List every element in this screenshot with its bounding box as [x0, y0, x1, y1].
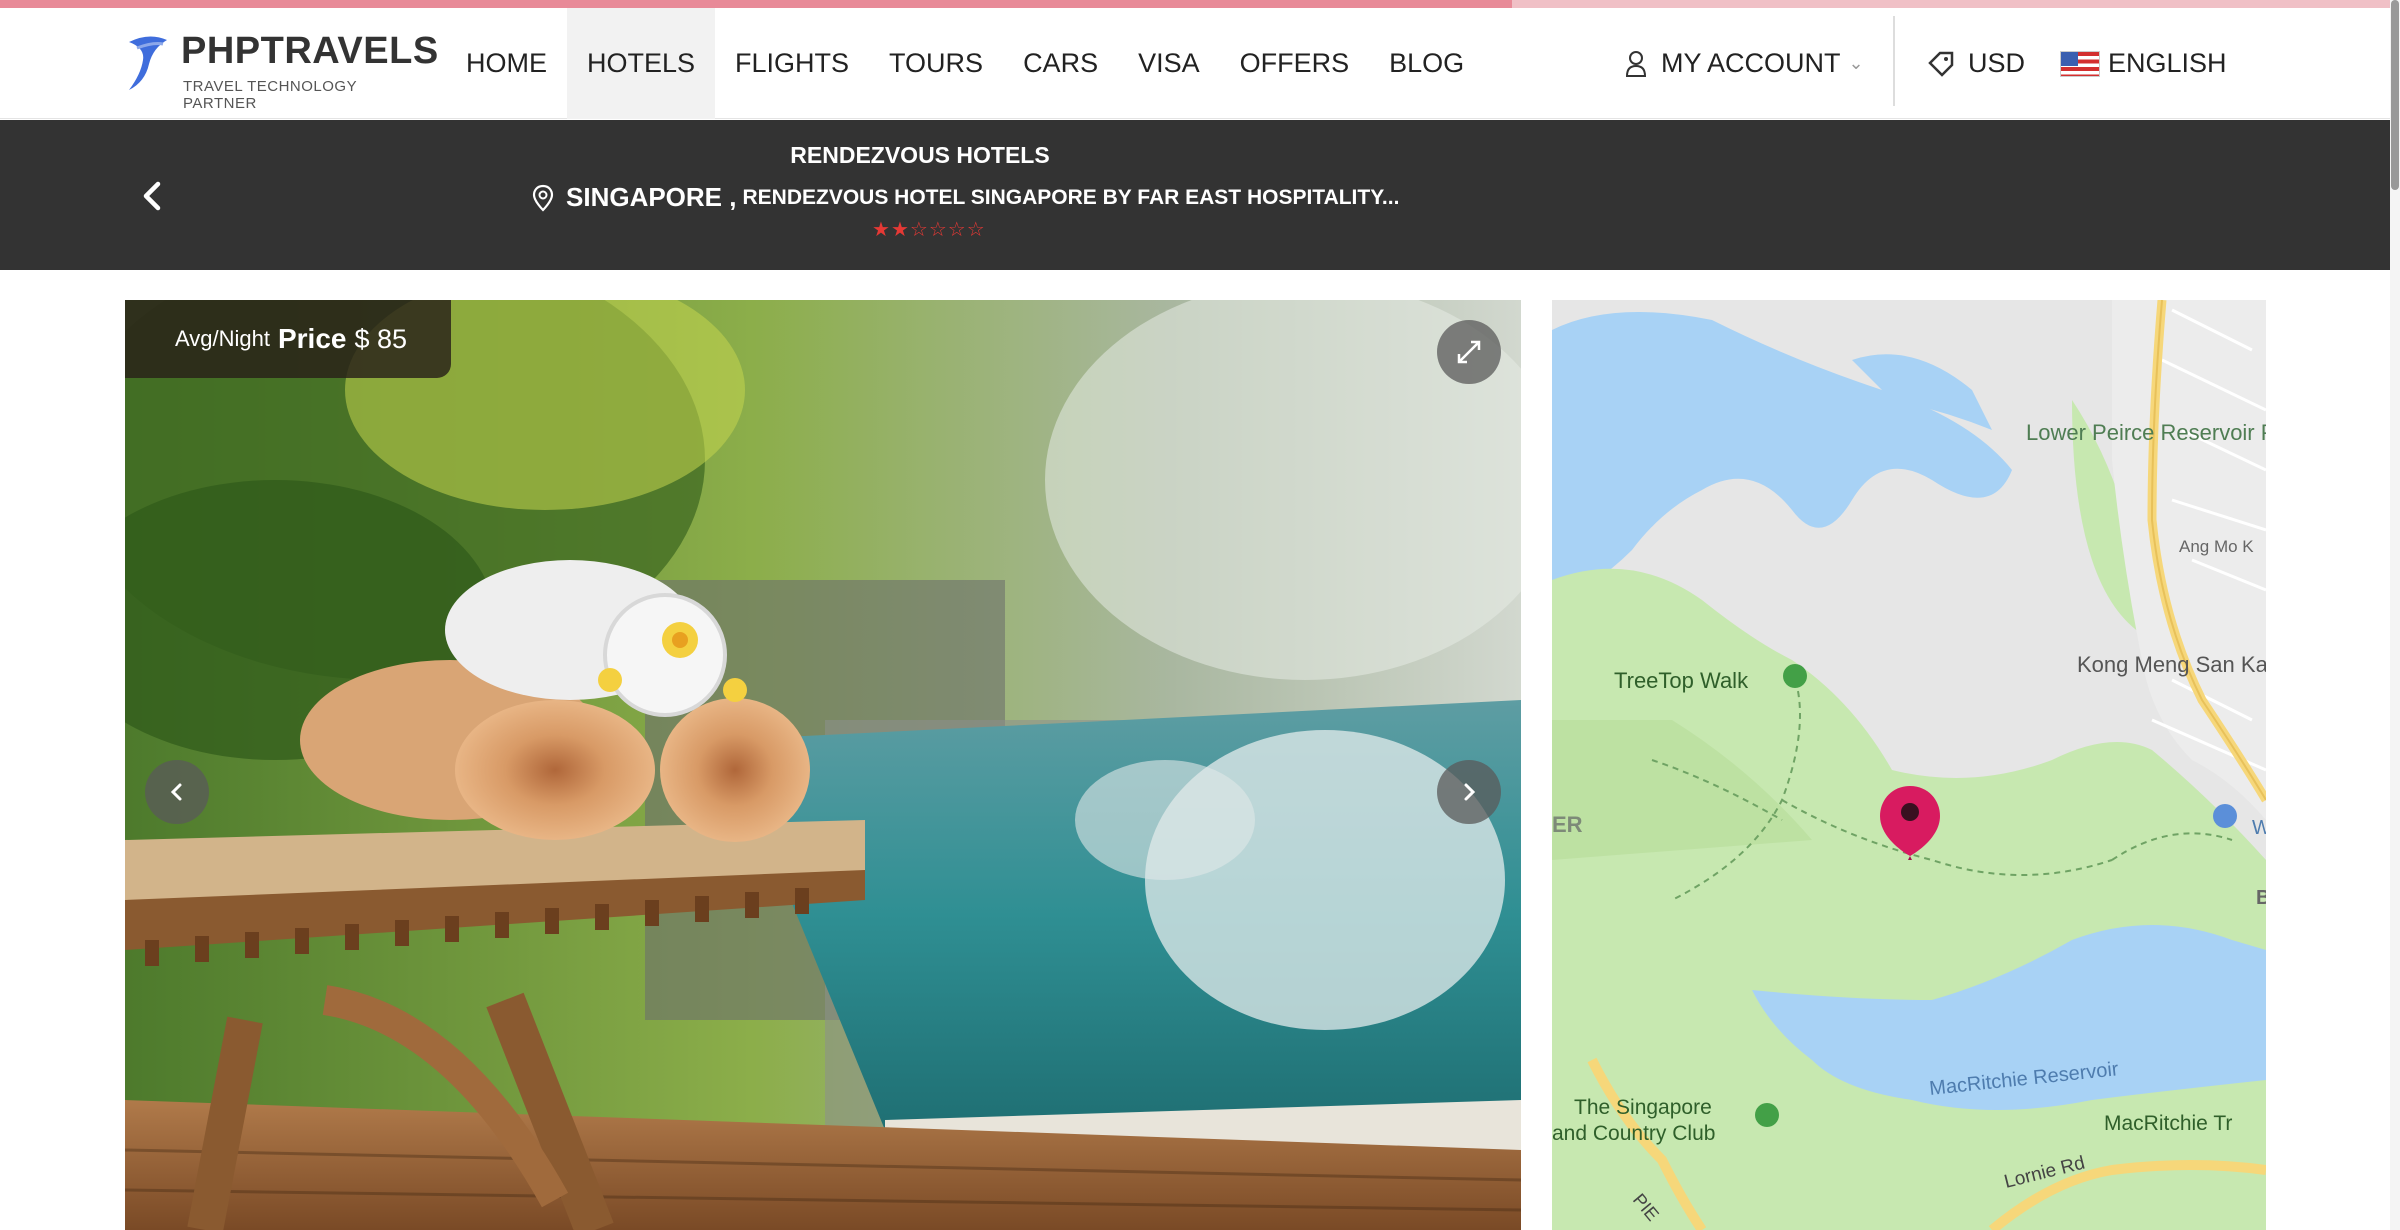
my-account-menu[interactable]: MY ACCOUNT ⌄ [1625, 8, 1864, 119]
hotel-photo-gallery[interactable]: Avg/Night Price $ 85 [125, 300, 1521, 1230]
fullscreen-button[interactable] [1437, 320, 1501, 384]
price-label: Price [277, 323, 347, 354]
nav-item-visa[interactable]: VISA [1118, 8, 1220, 119]
scrollbar-thumb[interactable] [2391, 0, 2399, 190]
map-label-angmo: Ang Mo K [2179, 537, 2254, 556]
star-empty-icon: ☆ [947, 219, 966, 241]
star-filled-icon: ★ [872, 219, 890, 241]
golf-poi-icon[interactable] [1755, 1103, 1779, 1127]
nav-item-flights[interactable]: FLIGHTS [715, 8, 869, 119]
gallery-prev-button[interactable] [145, 760, 209, 824]
location-pin-icon [532, 184, 554, 212]
chevron-right-icon [1464, 783, 1476, 801]
map-label-club-line1: The Singapore [1574, 1096, 1712, 1119]
star-empty-icon: ☆ [928, 219, 947, 241]
map-canvas: Lower Peirce Reservoir Park Ang Mo K Tre… [1552, 300, 2266, 1230]
hotel-title-bar: RENDEZVOUS HOTELS SINGAPORE , RENDEZVOUS… [0, 120, 2390, 270]
map-label-kongmeng: Kong Meng San Kark See Mona [2077, 652, 2266, 677]
page-scrollbar[interactable] [2390, 0, 2400, 1230]
chevron-left-icon [143, 181, 161, 211]
star-empty-icon: ☆ [966, 219, 985, 241]
nav-item-tours[interactable]: TOURS [869, 8, 1003, 119]
nav-item-cars[interactable]: CARS [1003, 8, 1118, 119]
logo-icon [129, 36, 167, 90]
map-label-treetop: TreeTop Walk [1614, 668, 1749, 693]
map-label-w: W [2252, 817, 2266, 839]
brand-name: PHPTRAVELS [181, 30, 439, 72]
site-header: PHPTRAVELS TRAVEL TECHNOLOGY PARTNER HOM… [0, 8, 2400, 119]
header-divider [1893, 16, 1895, 106]
hotel-name: RENDEZVOUS HOTELS [790, 142, 1050, 168]
map-label-park: Lower Peirce Reservoir Park [2026, 420, 2266, 445]
chevron-down-icon: ⌄ [1848, 53, 1864, 73]
ticket-icon [1928, 51, 1954, 77]
temple-poi-icon[interactable] [2213, 804, 2237, 828]
map-label-club-line2: and Country Club [1552, 1122, 1715, 1145]
price-value: $ 85 [354, 323, 408, 354]
chevron-left-icon [170, 783, 182, 801]
page-progress-fill [0, 0, 1512, 8]
map-label-b: B [2256, 887, 2266, 909]
map-label-macritchie-tr: MacRitchie Tr [2104, 1112, 2232, 1135]
hotel-photo [125, 300, 1521, 1230]
star-filled-icon: ★ [890, 219, 909, 241]
hiking-poi-icon[interactable] [1783, 664, 1807, 688]
brand-tagline: TRAVEL TECHNOLOGY PARTNER [183, 78, 357, 112]
hotel-star-rating: ★ ★ ☆ ☆ ☆ ☆ [872, 220, 985, 240]
star-empty-icon: ☆ [909, 219, 928, 241]
brand-logo[interactable]: PHPTRAVELS TRAVEL TECHNOLOGY PARTNER [123, 28, 438, 112]
nav-item-blog[interactable]: BLOG [1369, 8, 1484, 119]
hotel-location: SINGAPORE , RENDEZVOUS HOTEL SINGAPORE B… [532, 182, 1399, 213]
expand-icon [1457, 340, 1481, 364]
gallery-next-button[interactable] [1437, 760, 1501, 824]
hotel-address: RENDEZVOUS HOTEL SINGAPORE BY FAR EAST H… [742, 185, 1400, 209]
nav-item-hotels[interactable]: HOTELS [567, 8, 716, 119]
my-account-label: MY ACCOUNT [1661, 48, 1841, 78]
page-progress-bar [0, 0, 2400, 8]
language-label: ENGLISH [2108, 48, 2227, 78]
back-button[interactable] [138, 176, 168, 216]
hotel-location-map[interactable]: Lower Peirce Reservoir Park Ang Mo K Tre… [1552, 300, 2266, 1230]
hotel-city: SINGAPORE , [566, 182, 737, 212]
price-prefix: Avg/Night [175, 326, 270, 351]
nav-item-offers[interactable]: OFFERS [1220, 8, 1370, 119]
nav-item-home[interactable]: HOME [446, 8, 567, 119]
map-label-er: ER [1552, 812, 1583, 837]
price-badge: Avg/Night Price $ 85 [125, 300, 451, 378]
main-nav: HOME HOTELS FLIGHTS TOURS CARS VISA OFFERS BLOG [446, 8, 1484, 119]
us-flag-icon [2060, 50, 2100, 77]
user-icon [1625, 50, 1647, 77]
language-selector[interactable]: ENGLISH [2060, 8, 2227, 119]
currency-label: USD [1968, 48, 2026, 78]
currency-selector[interactable]: USD [1926, 8, 2025, 119]
